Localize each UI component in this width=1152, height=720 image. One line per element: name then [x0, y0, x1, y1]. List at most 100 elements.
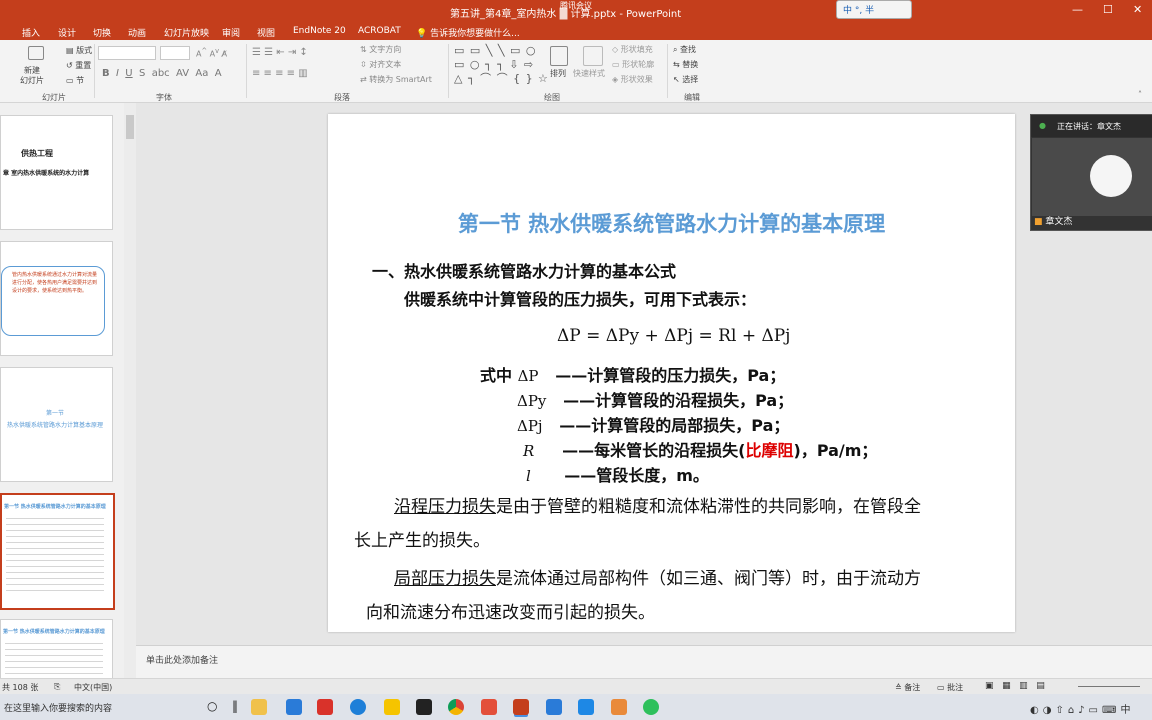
- meeting-video-panel[interactable]: ● 正在讲话：章文杰 ■ 章文杰: [1030, 114, 1152, 231]
- thumbnail-slide-3[interactable]: 第一节 热水供暖系统管路水力计算基本原理: [0, 367, 113, 482]
- font-format-buttons[interactable]: B I U S abc AV Aa A: [102, 68, 222, 79]
- scrollbar-thumb[interactable]: [126, 115, 134, 139]
- participant-name: ■ 章文杰: [1034, 217, 1073, 227]
- paragraph-friction-loss: 沿程压力损失是由于管壁的粗糙度和流体粘滞性的共同影响，在管段全: [394, 497, 921, 517]
- shape-effects-button[interactable]: ◈ 形状效果: [612, 74, 653, 85]
- minimize-icon[interactable]: —: [1072, 3, 1083, 16]
- shape-outline-button[interactable]: ▭ 形状轮廓: [612, 59, 654, 70]
- close-icon[interactable]: ✕: [1133, 3, 1142, 16]
- tab-design[interactable]: 设计: [58, 26, 76, 39]
- convert-smartart-button[interactable]: ⇄ 转换为 SmartArt: [360, 74, 432, 85]
- acrobat-icon[interactable]: [481, 699, 497, 715]
- notes-button[interactable]: ≙ 备注: [895, 682, 920, 693]
- avatar: [1090, 155, 1132, 197]
- view-buttons[interactable]: ▣ ▦ ▥ ▤: [985, 681, 1045, 691]
- search-icon: ⌕: [673, 45, 678, 54]
- taskbar: 在这里输入你要搜索的内容 ○ ‖ ◐◑⇧⌂♪▭⌨中: [0, 694, 1152, 720]
- meeting-tag[interactable]: 腾讯会议: [560, 0, 620, 14]
- quick-styles-button[interactable]: 快速样式: [573, 68, 605, 79]
- wechat-icon[interactable]: [643, 699, 659, 715]
- notes-pane[interactable]: 单击此处添加备注: [136, 645, 1152, 679]
- align-buttons[interactable]: ≡ ≡ ≡ ≡ ▥: [252, 68, 308, 79]
- thumbnails-scrollbar[interactable]: [124, 103, 136, 678]
- paragraph-local-loss: 局部压力损失是流体通过局部构件（如三通、阀门等）时，由于流动方: [394, 569, 921, 589]
- pressure-loss-formula: ΔP = ΔPy + ΔPj = Rl + ΔPj: [557, 326, 791, 346]
- zoom-slider[interactable]: [1078, 686, 1140, 687]
- tab-acrobat[interactable]: ACROBAT: [358, 26, 401, 36]
- paragraph-friction-loss-cont: 长上产生的损失。: [354, 531, 490, 551]
- tell-me-search[interactable]: 💡 告诉我你想要做什么...: [416, 26, 520, 39]
- section-button[interactable]: ▭ 节: [66, 75, 84, 86]
- thumbnail-slide-2[interactable]: 管内热水供暖系统通过水力计算对流量进行分配，使各热用户满足需要并达到设计的要求，…: [0, 241, 113, 356]
- arrange-button[interactable]: 排列: [550, 68, 566, 79]
- arrange-icon[interactable]: [550, 46, 568, 66]
- ribbon: 新建 幻灯片 ▤ 版式 ↺ 重置 ▭ 节 幻灯片 A^ Av A̸ B I U …: [0, 40, 1152, 103]
- select-button[interactable]: ↖ 选择: [673, 74, 698, 85]
- tab-transitions[interactable]: 切换: [93, 26, 111, 39]
- layout-button[interactable]: ▤ 版式: [66, 45, 92, 56]
- system-tray[interactable]: ◐◑⇧⌂♪▭⌨中: [1030, 701, 1134, 716]
- status-bar: 共 108 张 ⎘ 中文(中国) ≙ 备注 ▭ 批注 ▣ ▦ ▥ ▤: [0, 678, 1152, 695]
- thumbnail-slide-5[interactable]: 第一节 热水供暖系统管路水力计算的基本原理: [0, 619, 113, 678]
- group-editing-label: 编辑: [684, 93, 700, 102]
- thumbnail-slide-4-selected[interactable]: 第一节 热水供暖系统管路水力计算的基本原理: [0, 493, 115, 610]
- tab-animations[interactable]: 动画: [128, 26, 146, 39]
- file-explorer-icon[interactable]: [251, 699, 267, 715]
- app-icon[interactable]: [317, 699, 333, 715]
- shapes-gallery[interactable]: ▭ ▭ ╲ ╲ ▭ ○ ▭ ○ ┐ ┐ ⇩ ⇨ △ ┐ ⌒ ⌒ { } ☆: [454, 44, 549, 86]
- reset-button[interactable]: ↺ 重置: [66, 60, 91, 71]
- replace-button[interactable]: ⇆ 替换: [673, 59, 698, 70]
- lightbulb-icon: 💡: [416, 29, 428, 39]
- definition-row: 式中 ΔP ——计算管段的压力损失，Pa；: [480, 366, 786, 385]
- app-icon[interactable]: [546, 699, 562, 715]
- slide-canvas[interactable]: 第一节 热水供暖系统管路水力计算的基本原理 一、热水供暖系统管路水力计算的基本公…: [328, 114, 1015, 632]
- new-slide-icon[interactable]: [28, 46, 44, 60]
- powerpoint-icon[interactable]: [513, 699, 529, 715]
- speaking-bar: ● 正在讲话：章文杰: [1031, 115, 1152, 137]
- thumbnail-slide-1[interactable]: 供热工程 章 室内热水供暖系统的水力计算: [0, 115, 113, 230]
- collapse-ribbon-icon[interactable]: ˄: [1138, 90, 1142, 99]
- group-font-label: 字体: [156, 93, 172, 102]
- font-grow-icon[interactable]: A^ Av A̸: [196, 47, 227, 59]
- taskbar-search[interactable]: 在这里输入你要搜索的内容: [4, 701, 112, 714]
- meeting-app-icon[interactable]: [578, 699, 594, 715]
- maximize-icon[interactable]: ☐: [1103, 3, 1113, 16]
- tab-review[interactable]: 审阅: [222, 26, 240, 39]
- ime-indicator[interactable]: 中 °, 半: [836, 0, 912, 19]
- app-icon[interactable]: [416, 699, 432, 715]
- divider-icon: ‖: [232, 699, 238, 713]
- shape-fill-button[interactable]: ◇ 形状填充: [612, 44, 653, 55]
- task-view-icon[interactable]: ○: [207, 699, 217, 713]
- ribbon-tabs: 插入 设计 切换 动画 幻灯片放映 审阅 视图 EndNote 20 ACROB…: [0, 22, 1152, 40]
- definition-row: l ——管段长度，m。: [526, 466, 709, 485]
- find-button[interactable]: ⌕ 查找: [673, 44, 696, 55]
- slide-heading-1: 一、热水供暖系统管路水力计算的基本公式: [372, 262, 677, 281]
- paragraph-local-loss-cont: 向和流速分布迅速改变而引起的损失。: [366, 603, 655, 623]
- language-indicator[interactable]: 中文(中国): [74, 682, 112, 693]
- tab-insert[interactable]: 插入: [22, 26, 40, 39]
- tab-endnote[interactable]: EndNote 20: [293, 26, 346, 36]
- font-size-dropdown[interactable]: [160, 46, 190, 60]
- font-name-dropdown[interactable]: [98, 46, 156, 60]
- new-slide-button[interactable]: 新建 幻灯片: [20, 66, 44, 86]
- text-direction-button[interactable]: ⇅ 文字方向: [360, 44, 401, 55]
- slide-count: 共 108 张: [2, 683, 39, 692]
- list-buttons[interactable]: ☰ ☰ ⇤ ⇥ ↕: [252, 47, 308, 58]
- comments-button[interactable]: ▭ 批注: [937, 682, 963, 693]
- app-icon[interactable]: [286, 699, 302, 715]
- participant-video[interactable]: [1032, 138, 1152, 216]
- app-icon[interactable]: [384, 699, 400, 715]
- tab-view[interactable]: 视图: [257, 26, 275, 39]
- definition-row: ΔPy ——计算管段的沿程损失，Pa；: [517, 391, 794, 410]
- microphone-icon: ●: [1039, 121, 1046, 130]
- slide-thumbnails-pane[interactable]: 供热工程 章 室内热水供暖系统的水力计算 管内热水供暖系统通过水力计算对流量进行…: [0, 103, 124, 678]
- tab-slideshow[interactable]: 幻灯片放映: [164, 26, 209, 39]
- quick-styles-icon[interactable]: [583, 46, 603, 66]
- spellcheck-icon[interactable]: ⎘: [54, 682, 60, 692]
- chrome-icon[interactable]: [448, 699, 464, 715]
- definition-row: R ——每米管长的沿程损失(比摩阻)，Pa/m；: [523, 441, 878, 460]
- app-icon[interactable]: [350, 699, 366, 715]
- align-text-button[interactable]: ⇳ 对齐文本: [360, 59, 401, 70]
- highlight-term: 比摩阻: [745, 441, 794, 460]
- app-icon[interactable]: [611, 699, 627, 715]
